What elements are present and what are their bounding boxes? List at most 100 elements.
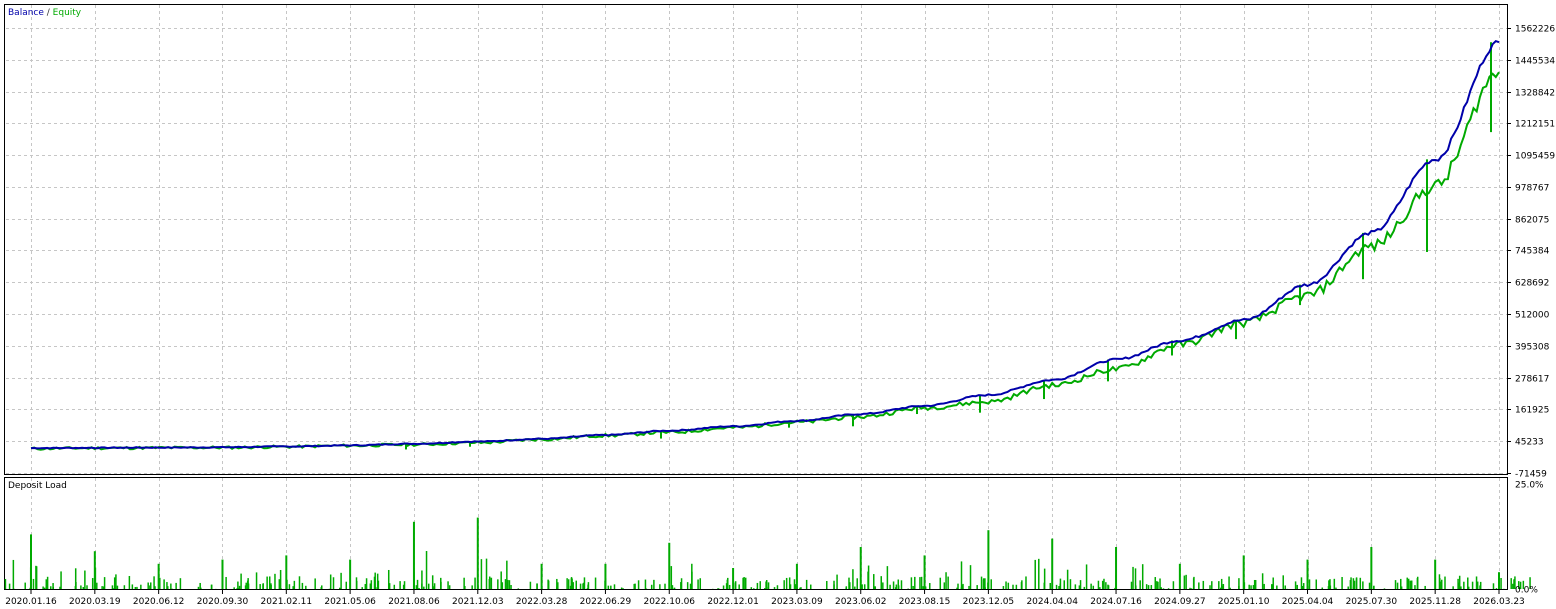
deposit-load-bar (1460, 586, 1462, 589)
x-tick-label: 2023.12.05 (963, 597, 1015, 607)
deposit-load-bar (140, 584, 142, 589)
deposit-load-bar (80, 585, 82, 589)
deposit-load-bar (288, 584, 291, 589)
deposit-load-bar (1400, 578, 1402, 589)
deposit-load-bar (240, 573, 242, 589)
deposit-load-bar (547, 579, 549, 589)
deposit-load-bar (504, 579, 507, 589)
deposit-load-bar (1130, 581, 1133, 589)
y-tick-label: 1095459 (1515, 152, 1555, 162)
deposit-load-bar (477, 584, 479, 589)
deposit-load-bar (1444, 576, 1446, 589)
x-tick-label: 2023.08.15 (899, 597, 951, 607)
deposit-load-bar (1276, 585, 1278, 589)
deposit-load-bar (393, 584, 396, 589)
deposit-load-bar (895, 584, 898, 589)
deposit-load-bar (1261, 573, 1264, 589)
deposit-load-bar (149, 582, 152, 589)
deposit-load-bar (314, 578, 316, 589)
deposit-load-bar (1059, 578, 1062, 589)
deposit-load-bar (1058, 586, 1060, 589)
deposit-load-bar (856, 578, 858, 589)
deposit-load-bar (179, 578, 182, 589)
deposit-load-bar (42, 586, 44, 589)
deposit-load-bar (255, 572, 258, 589)
deposit-load-bar (668, 542, 671, 589)
deposit-load-bar (1209, 585, 1211, 589)
deposit-load-bar (1002, 586, 1005, 589)
deposit-load-bar (540, 563, 543, 589)
deposit-load-bar (423, 586, 425, 589)
deposit-load-bar (783, 580, 785, 589)
deposit-load-bar (727, 577, 729, 589)
deposit-load-bar (29, 567, 32, 589)
deposit-load-bar (1141, 564, 1144, 589)
deposit-load-bar (586, 588, 589, 589)
deposit-load-bar (339, 587, 341, 589)
deposit-load-bar (987, 582, 989, 589)
main-y-axis-ticks: 1562226 1445534 1328842 1212151 1095459 97876… (1507, 25, 1555, 480)
deposit-load-bar (1097, 580, 1100, 589)
deposit-load-bar (1103, 578, 1105, 589)
deposit-load-bar (805, 579, 808, 589)
deposit-load-bar (680, 578, 683, 589)
deposit-load-bar (1335, 587, 1337, 589)
deposit-load-bar (1396, 582, 1399, 589)
deposit-load-bar (1193, 576, 1195, 589)
x-tick-label: 2024.09.27 (1154, 597, 1206, 607)
deposit-load-bar (1160, 587, 1162, 589)
deposit-load-bar (1370, 547, 1373, 589)
deposit-load-bar (1296, 584, 1299, 589)
deposit-load-bar (35, 565, 37, 589)
deposit-load-bar (947, 576, 949, 589)
deposit-load-bar (197, 586, 200, 589)
deposit-load-bar (75, 581, 77, 589)
deposit-load-bar (734, 581, 737, 589)
deposit-load-bar (91, 578, 94, 589)
deposit-load-bar (510, 584, 512, 589)
deposit-load-bar (431, 575, 434, 589)
deposit-load-bar (1090, 583, 1092, 589)
deposit-load-bar (355, 580, 358, 589)
deposit-load-bar (960, 561, 963, 589)
deposit-load-bar (425, 551, 428, 589)
deposit-load-bar (159, 577, 161, 589)
deposit-load-bar (1471, 581, 1474, 589)
deposit-load-bar (697, 579, 699, 589)
deposit-load-bar (1306, 559, 1309, 589)
deposit-load-bar (116, 585, 119, 589)
deposit-load-bar (274, 573, 276, 589)
deposit-load-bar (922, 586, 924, 589)
deposit-load-bar (859, 547, 862, 589)
deposit-load-bar (433, 586, 435, 589)
deposit-load-bar (286, 579, 288, 589)
deposit-load-bar (4, 578, 7, 589)
deposit-load-bar (1049, 582, 1052, 589)
deposit-load-bar (1424, 585, 1426, 589)
deposit-load-bar (763, 588, 766, 589)
deposit-load-bar (613, 584, 616, 589)
deposit-load-bar (32, 578, 35, 589)
deposit-load-bar (1294, 581, 1297, 589)
deposit-load-bar (594, 577, 597, 589)
deposit-load-bar (1021, 580, 1023, 589)
deposit-load-bar (920, 576, 923, 589)
deposit-load-bar (1434, 559, 1437, 589)
x-tick-label: 2024.04.04 (1026, 597, 1078, 607)
deposit-load-bar (579, 583, 582, 589)
deposit-load-bar (1355, 577, 1358, 589)
y-tick-label: 862075 (1515, 216, 1549, 226)
deposit-load-bar (773, 587, 776, 589)
deposit-load-bar (673, 587, 676, 589)
deposit-load-bar (1051, 538, 1054, 589)
deposit-load-bar (266, 576, 268, 589)
deposit-load-bar (1172, 581, 1175, 589)
deposit-load-bar (1218, 581, 1220, 589)
deposit-load-bar (8, 583, 11, 589)
deposit-load-bar (1190, 588, 1193, 589)
deposit-load-bar (86, 585, 88, 589)
deposit-load-bar (962, 583, 964, 589)
deposit-load-bar (939, 577, 942, 589)
x-tick-label: 2025.11.28 (1409, 597, 1461, 607)
deposit-load-bar (1300, 577, 1303, 589)
